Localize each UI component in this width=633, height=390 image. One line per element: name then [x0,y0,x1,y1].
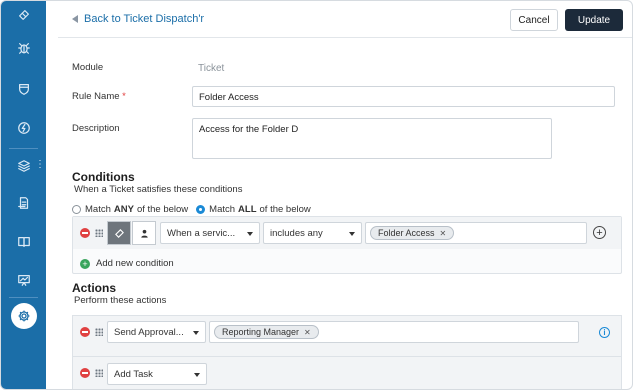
app-window: ⋮ Back to Ticket Dispatch'r Cancel Updat… [0,0,633,390]
book-icon[interactable] [1,228,46,256]
bolt-icon[interactable] [1,114,46,142]
sidebar-divider [9,148,38,149]
sidebar-divider [9,297,38,298]
description-label: Description [72,123,120,134]
conditions-subtitle: When a Ticket satisfies these conditions [74,184,243,195]
match-all-suffix: of the below [259,204,311,215]
match-radio-group: Match ANY of the below Match ALL of the … [72,204,311,215]
rule-name-input[interactable]: Folder Access [192,86,615,107]
action-value-input[interactable]: Reporting Manager ✕ [209,321,579,343]
tag-label: Folder Access [378,228,435,238]
condition-value-input[interactable]: Folder Access ✕ [365,222,587,244]
document-icon[interactable] [1,189,46,217]
add-task-select[interactable]: Add Task [107,363,207,385]
add-condition-label: Add new condition [96,258,174,269]
action-type-value: Send Approval... [114,327,184,338]
remove-action-icon[interactable] [80,327,90,337]
shield-icon[interactable] [1,75,46,103]
add-new-condition-button[interactable]: + Add new condition [80,258,174,269]
condition-operator-select[interactable]: includes any [263,222,362,244]
plus-icon: + [80,258,90,269]
actions-subtitle: Perform these actions [74,295,167,306]
gear-icon[interactable] [11,303,37,329]
condition-field-value: When a servic... [167,228,236,239]
required-mark: * [122,91,126,102]
match-any-keyword: ANY [113,204,134,215]
action-type-select[interactable]: Send Approval... [107,321,206,343]
condition-operator-value: includes any [270,228,323,239]
action-divider [73,356,621,357]
condition-value-tag: Folder Access ✕ [370,226,455,240]
conditions-title: Conditions [72,170,135,184]
add-condition-group-icon[interactable]: + [593,226,606,239]
chevron-down-icon [349,232,355,236]
sidebar: ⋮ [1,1,46,389]
ticket-icon[interactable] [1,1,46,29]
back-link-label: Back to Ticket Dispatch'r [84,13,205,25]
module-label: Module [72,62,104,73]
cancel-button[interactable]: Cancel [510,9,558,31]
condition-field-select[interactable]: When a servic... [160,222,260,244]
actions-title: Actions [72,281,117,295]
rule-name-label: Rule Name * [72,91,126,102]
user-type-icon[interactable] [132,221,156,245]
ticket-type-icon[interactable] [107,221,131,245]
action-value-tag: Reporting Manager ✕ [214,325,319,339]
more-menu-icon[interactable]: ⋮ [35,160,45,170]
match-all-keyword: ALL [238,204,257,215]
match-any-prefix: Match [85,204,111,215]
rule-name-label-text: Rule Name [72,91,120,102]
remove-task-icon[interactable] [80,368,90,378]
remove-condition-icon[interactable] [80,228,90,238]
back-link[interactable]: Back to Ticket Dispatch'r [72,13,204,25]
chevron-down-icon [194,373,200,377]
remove-tag-icon[interactable]: ✕ [440,229,447,238]
page-header: Back to Ticket Dispatch'r Cancel Update [58,1,632,38]
match-all-prefix: Match [209,204,236,215]
drag-handle-icon[interactable] [95,328,103,336]
add-task-label: Add Task [114,369,153,380]
update-button[interactable]: Update [565,9,623,31]
module-value: Ticket [198,63,225,74]
back-arrow-icon [72,15,78,23]
match-all-radio[interactable] [196,205,206,214]
match-any-suffix: of the below [136,204,189,215]
description-textarea[interactable]: Access for the Folder D [192,118,552,159]
chevron-down-icon [193,331,199,335]
chevron-down-icon [247,232,253,236]
match-any-radio[interactable] [72,205,81,214]
drag-handle-icon[interactable] [95,229,103,237]
drag-handle-icon[interactable] [95,369,103,377]
bug-icon[interactable] [1,34,46,62]
info-icon[interactable]: i [599,327,610,338]
tag-label: Reporting Manager [222,327,300,337]
chart-icon[interactable] [1,266,46,294]
remove-tag-icon[interactable]: ✕ [304,328,311,337]
